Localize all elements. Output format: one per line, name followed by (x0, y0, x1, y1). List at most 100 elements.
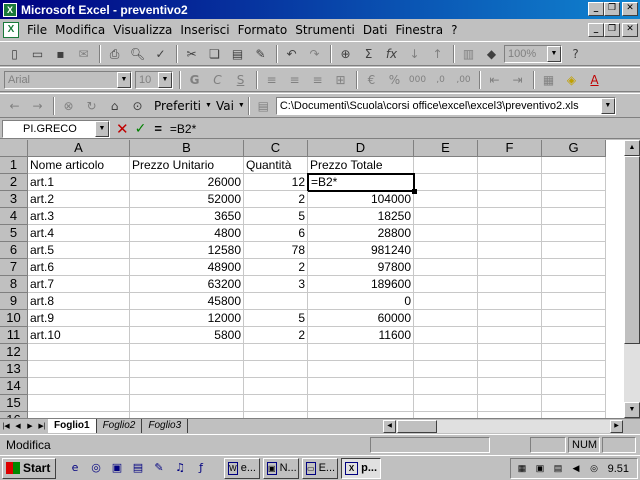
column-header-f[interactable]: F (478, 140, 542, 157)
cell-d13[interactable] (308, 361, 414, 378)
preview-icon[interactable]: 🔍︎ (127, 44, 148, 64)
cell-b4[interactable]: 3650 (130, 208, 244, 225)
back-icon[interactable]: ← (4, 96, 25, 116)
cell-g4[interactable] (542, 208, 606, 225)
cell-g5[interactable] (542, 225, 606, 242)
cell-f1[interactable] (478, 157, 542, 174)
address-field[interactable]: C:\Documenti\Scuola\corsi office\excel\e… (275, 96, 616, 115)
cell-g8[interactable] (542, 276, 606, 293)
doc-minimize-button[interactable]: _ (588, 23, 604, 37)
cell-c9[interactable] (244, 293, 308, 310)
bold-button[interactable]: G (184, 70, 205, 90)
cell-b14[interactable] (130, 378, 244, 395)
cell-a3[interactable]: art.2 (28, 191, 130, 208)
stop-icon[interactable]: ⊗ (58, 96, 79, 116)
forward-icon[interactable]: → (27, 96, 48, 116)
search-web-icon[interactable]: ⊙ (127, 96, 148, 116)
cell-a2[interactable]: art.1 (28, 174, 130, 191)
cell-e8[interactable] (414, 276, 478, 293)
row-header-9[interactable]: 9 (0, 293, 28, 310)
decrease-indent-icon[interactable]: ⇤ (484, 70, 505, 90)
save-icon[interactable]: ▪ (50, 44, 71, 64)
tab-foglio1[interactable]: Foglio1 (48, 419, 97, 433)
outlook-icon[interactable]: ◎ (87, 459, 105, 477)
cell-e15[interactable] (414, 395, 478, 412)
cell-g3[interactable] (542, 191, 606, 208)
cancel-button[interactable]: ✕ (116, 120, 129, 138)
cell-d7[interactable]: 97800 (308, 259, 414, 276)
refresh-icon[interactable]: ↻ (81, 96, 102, 116)
menu-modifica[interactable]: Modifica (51, 23, 109, 37)
cell-a8[interactable]: art.7 (28, 276, 130, 293)
cell-b3[interactable]: 52000 (130, 191, 244, 208)
row-header-13[interactable]: 13 (0, 361, 28, 378)
menu-file[interactable]: File (23, 23, 51, 37)
row-header-2[interactable]: 2 (0, 174, 28, 191)
cell-d5[interactable]: 28800 (308, 225, 414, 242)
column-header-c[interactable]: C (244, 140, 308, 157)
name-box[interactable]: PI.GRECO ▼ (2, 119, 110, 138)
italic-button[interactable]: C (207, 70, 228, 90)
merge-center-icon[interactable]: ⊞ (330, 70, 351, 90)
cell-d12[interactable] (308, 344, 414, 361)
cut-icon[interactable]: ✂ (181, 44, 202, 64)
borders-icon[interactable]: ▦ (538, 70, 559, 90)
chevron-down-icon[interactable]: ▼ (95, 120, 109, 137)
cell-a11[interactable]: art.10 (28, 327, 130, 344)
cell-f14[interactable] (478, 378, 542, 395)
fill-color-icon[interactable]: ◈ (561, 70, 582, 90)
cell-c7[interactable]: 2 (244, 259, 308, 276)
cell-b8[interactable]: 63200 (130, 276, 244, 293)
cell-d8[interactable]: 189600 (308, 276, 414, 293)
cell-d1[interactable]: Prezzo Totale (308, 157, 414, 174)
font-color-icon[interactable]: A (584, 70, 605, 90)
menu-dati[interactable]: Dati (359, 23, 392, 37)
cell-b12[interactable] (130, 344, 244, 361)
cell-c5[interactable]: 6 (244, 225, 308, 242)
zoom-select[interactable]: 100% ▼ (504, 44, 562, 63)
cell-f15[interactable] (478, 395, 542, 412)
row-header-8[interactable]: 8 (0, 276, 28, 293)
task-explorer[interactable]: ▭ E... (302, 457, 338, 479)
column-header-d[interactable]: D (308, 140, 414, 157)
chevron-down-icon[interactable]: ▼ (547, 45, 561, 62)
copy-icon[interactable]: ❏ (204, 44, 225, 64)
tray-icon[interactable]: ▤ (551, 462, 565, 475)
row-header-5[interactable]: 5 (0, 225, 28, 242)
cell-b6[interactable]: 12580 (130, 242, 244, 259)
minimize-button[interactable]: _ (588, 2, 604, 16)
cell-g9[interactable] (542, 293, 606, 310)
next-sheet-icon[interactable]: ▶ (24, 420, 36, 433)
column-header-g[interactable]: G (542, 140, 606, 157)
cell-f13[interactable] (478, 361, 542, 378)
increase-indent-icon[interactable]: ⇥ (507, 70, 528, 90)
cell-f4[interactable] (478, 208, 542, 225)
cell-e13[interactable] (414, 361, 478, 378)
hyperlink-icon[interactable]: ⊕ (335, 44, 356, 64)
increase-decimal-icon[interactable]: ,0 (430, 70, 451, 90)
cell-b11[interactable]: 5800 (130, 327, 244, 344)
scroll-up-icon[interactable]: ▲ (624, 140, 640, 156)
cell-c13[interactable] (244, 361, 308, 378)
cell-e12[interactable] (414, 344, 478, 361)
cell-f12[interactable] (478, 344, 542, 361)
cell-a14[interactable] (28, 378, 130, 395)
align-center-icon[interactable]: ≡ (284, 70, 305, 90)
desktop-icon[interactable]: ▣ (108, 459, 126, 477)
cell-a5[interactable]: art.4 (28, 225, 130, 242)
cell-b5[interactable]: 4800 (130, 225, 244, 242)
percent-icon[interactable]: % (384, 70, 405, 90)
cell-g2[interactable] (542, 174, 606, 191)
font-size-select[interactable]: 10 ▼ (135, 70, 173, 89)
cell-b15[interactable] (130, 395, 244, 412)
chevron-down-icon[interactable]: ▼ (600, 97, 615, 114)
task-word[interactable]: W e... (224, 457, 260, 479)
sort-asc-icon[interactable]: ↓ (404, 44, 425, 64)
cell-a9[interactable]: art.8 (28, 293, 130, 310)
cell-e11[interactable] (414, 327, 478, 344)
row-header-15[interactable]: 15 (0, 395, 28, 412)
cell-g14[interactable] (542, 378, 606, 395)
cell-f5[interactable] (478, 225, 542, 242)
row-header-3[interactable]: 3 (0, 191, 28, 208)
ie-icon[interactable]: e (66, 459, 84, 477)
